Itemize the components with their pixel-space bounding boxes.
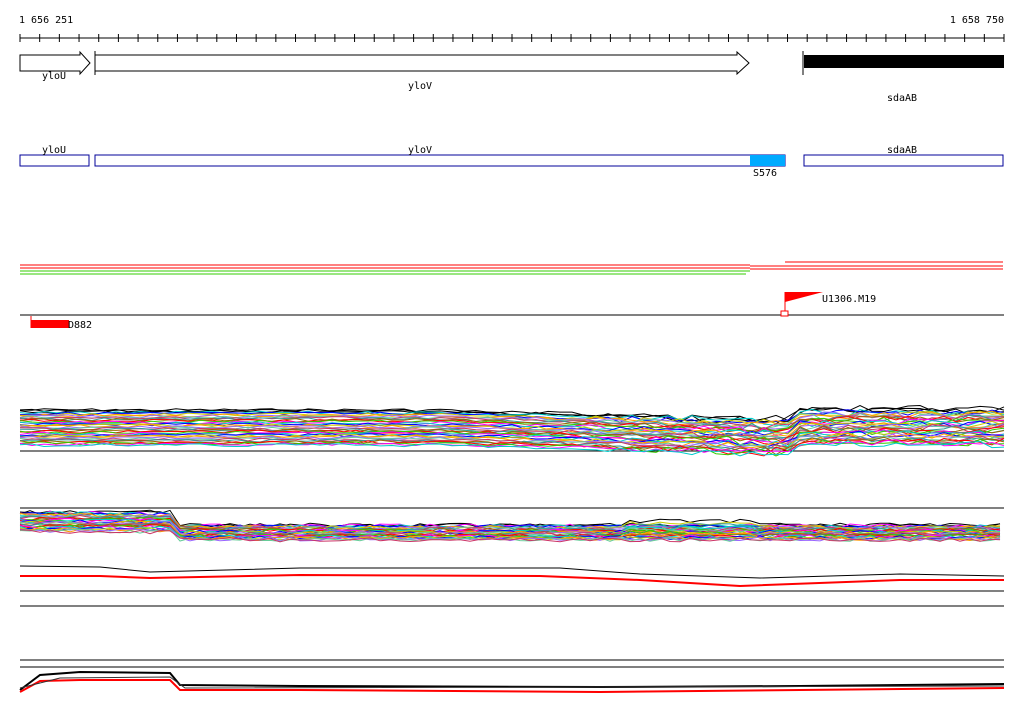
expression-profile-panel-3 (19, 659, 1005, 694)
feature-track: U1306.M19 D882 (20, 292, 1004, 331)
ruler-end-label: 1 658 750 (950, 15, 1004, 26)
segment-yloU[interactable]: yloU (19, 145, 90, 167)
genome-browser-canvas: 1 656 251 1 658 750 yloU yloV sdaAB yloU… (19, 15, 1005, 694)
gene-track: yloU yloV sdaAB (19, 50, 1004, 104)
flag-icon[interactable] (785, 292, 823, 302)
expression-profile-panel-1 (19, 404, 1005, 457)
coordinate-ruler: 1 656 251 1 658 750 (19, 15, 1005, 42)
gene-bar-sdaAB[interactable]: sdaAB (802, 51, 1004, 104)
gene-arrow-yloU[interactable]: yloU (19, 50, 91, 82)
feature-flag-U1306[interactable]: U1306.M19 (780, 292, 876, 317)
gene-label: yloU (42, 71, 66, 82)
segment-box[interactable] (803, 154, 1004, 167)
alignment-track (20, 261, 1003, 275)
ruler-start-label: 1 656 251 (19, 15, 73, 26)
segment-marker-S576[interactable]: S576 (750, 155, 785, 179)
segment-box[interactable] (94, 154, 786, 167)
block-label: D882 (68, 320, 92, 331)
flag-label: U1306.M19 (822, 294, 876, 305)
expression-profile-panel-2 (19, 507, 1005, 607)
gene-label: yloV (408, 81, 432, 92)
gene-arrow-yloV[interactable]: yloV (94, 50, 750, 92)
segment-marker-label: S576 (753, 168, 777, 179)
feature-block-D882[interactable]: D882 (30, 316, 92, 331)
gene-label: sdaAB (887, 93, 917, 104)
segment-label: sdaAB (887, 145, 917, 156)
segment-yloV[interactable]: yloV (94, 145, 786, 167)
segment-label: yloU (42, 145, 66, 156)
gene-arrow-shape[interactable] (94, 50, 750, 76)
gene-bar-shape[interactable] (804, 55, 1004, 68)
segment-marker-box[interactable] (750, 155, 785, 166)
segment-box[interactable] (19, 154, 90, 167)
feature-block[interactable] (31, 320, 69, 328)
flag-base (780, 310, 789, 317)
profile-trace (19, 439, 1005, 453)
segment-label: yloV (408, 145, 432, 156)
segment-sdaAB[interactable]: sdaAB (803, 145, 1004, 167)
profile-trace (20, 573, 1004, 588)
segment-track: yloU yloV S576 sdaAB (19, 145, 1004, 179)
